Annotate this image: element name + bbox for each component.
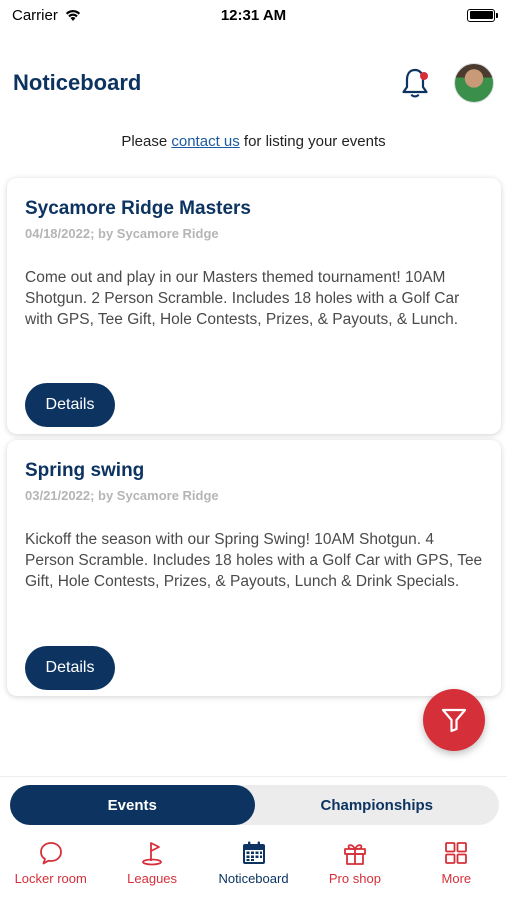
gift-icon — [344, 844, 366, 865]
calendar-icon — [242, 841, 265, 864]
filter-icon — [441, 708, 467, 733]
segmented-control: Events Championships — [10, 785, 499, 825]
filter-button[interactable] — [423, 689, 485, 751]
wifi-icon — [65, 10, 80, 21]
avatar[interactable] — [454, 63, 494, 103]
contact-suffix: for listing your events — [239, 133, 386, 150]
event-card: Sycamore Ridge Masters 04/18/2022; by Sy… — [7, 178, 501, 434]
tab-leagues[interactable]: Leagues — [101, 839, 202, 891]
tab-more[interactable]: More — [406, 839, 507, 891]
page-title: Noticeboard — [13, 70, 142, 95]
battery-icon — [467, 8, 498, 22]
contact-line: Please contact us for listing your event… — [0, 133, 507, 150]
tab-locker-room[interactable]: Locker room — [0, 839, 101, 891]
golf-flag-icon — [142, 842, 163, 866]
tab-label: Leagues — [127, 871, 178, 886]
tab-label: Noticeboard — [218, 871, 289, 886]
event-card: Spring swing 03/21/2022; by Sycamore Rid… — [7, 440, 501, 696]
header: Noticeboard — [0, 58, 507, 108]
contact-us-link[interactable]: contact us — [171, 133, 239, 150]
tab-pro-shop[interactable]: Pro shop — [304, 839, 405, 891]
event-description: Kickoff the season with our Spring Swing… — [25, 531, 483, 590]
event-title[interactable]: Spring swing — [25, 460, 483, 482]
event-meta: 04/18/2022; by Sycamore Ridge — [25, 226, 219, 241]
chat-bubble-icon — [39, 842, 62, 865]
tab-bar: Locker room Leagues Noticeboard Pro shop… — [0, 839, 507, 891]
tab-label: Locker room — [14, 871, 87, 886]
notification-badge — [420, 72, 428, 80]
tab-label: More — [441, 871, 472, 886]
grid-icon — [445, 842, 468, 864]
contact-prefix: Please — [121, 133, 172, 150]
event-title[interactable]: Sycamore Ridge Masters — [25, 198, 483, 220]
segment-championships[interactable]: Championships — [255, 785, 500, 825]
tab-label: Pro shop — [328, 871, 381, 886]
tab-noticeboard[interactable]: Noticeboard — [203, 839, 304, 891]
bottom-area: Events Championships Locker room Leagues — [0, 776, 507, 900]
carrier-label: Carrier — [12, 6, 58, 24]
carrier-group: Carrier — [12, 7, 82, 24]
notifications-button[interactable] — [398, 66, 432, 100]
event-meta: 03/21/2022; by Sycamore Ridge — [25, 488, 219, 503]
status-bar: Carrier 12:31 AM — [0, 0, 507, 30]
details-button[interactable]: Details — [25, 646, 115, 690]
details-button[interactable]: Details — [25, 383, 115, 427]
segment-events[interactable]: Events — [10, 785, 255, 825]
event-description: Come out and play in our Masters themed … — [25, 269, 460, 328]
